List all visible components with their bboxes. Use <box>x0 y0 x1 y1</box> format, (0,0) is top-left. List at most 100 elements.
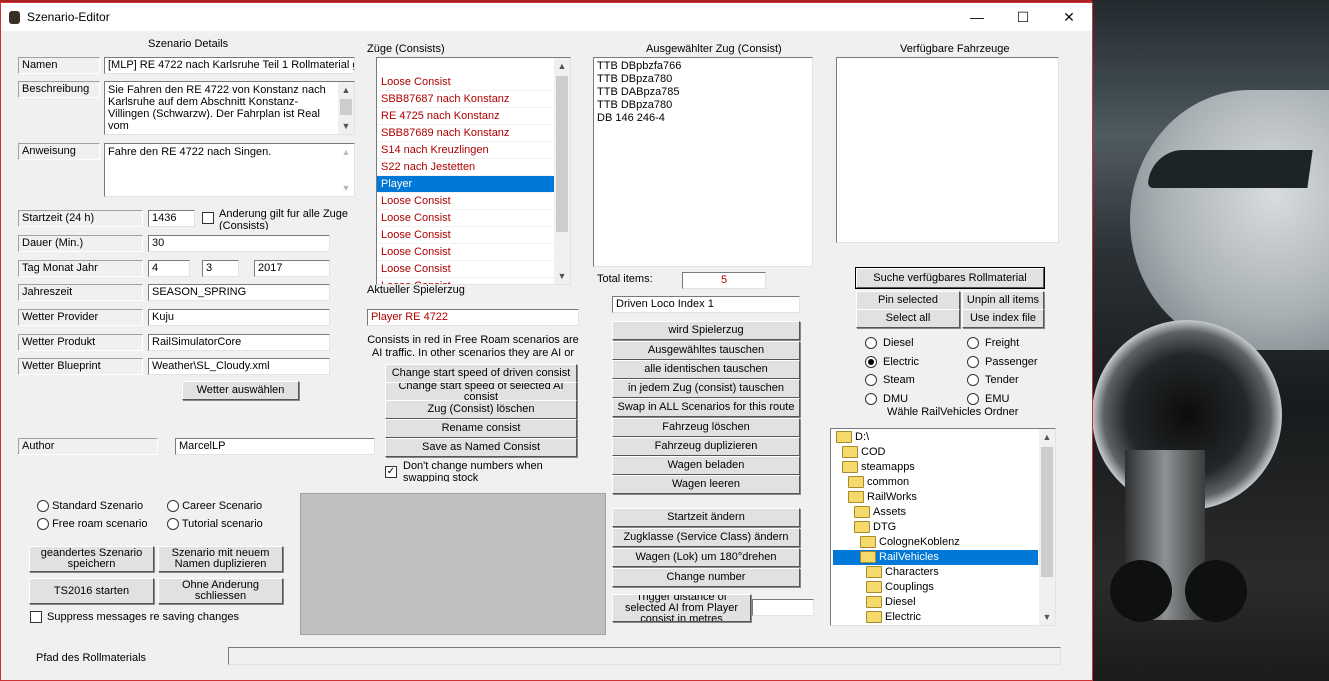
anweisung-field[interactable]: Fahre den RE 4722 nach Singen. ▲ ▼ <box>104 143 355 197</box>
consist-item[interactable]: SBB87689 nach Konstanz <box>377 125 554 142</box>
selected-consist-item[interactable]: TTB DBpza780 <box>597 73 809 86</box>
scroll-up-icon[interactable]: ▲ <box>338 82 354 98</box>
folder-tree-item[interactable]: RailVehicles <box>833 550 1038 565</box>
folder-tree-item[interactable]: DTG <box>833 520 1038 535</box>
startzeit-field[interactable]: 1436 <box>148 210 195 227</box>
beschreibung-scrollbar[interactable]: ▲ ▼ <box>338 82 354 134</box>
consist-action-button[interactable]: wird Spielerzug <box>612 321 800 340</box>
wetter-blueprint-field[interactable]: Weather\SL_Cloudy.xml <box>148 358 330 375</box>
folder-tree[interactable]: D:\ COD steamapps common RailWorks Assets DTG C… <box>830 428 1056 626</box>
consists-scrollbar[interactable]: ▲ ▼ <box>554 58 570 284</box>
vehicle-type-radio[interactable]: Diesel <box>865 337 914 350</box>
wetter-provider-field[interactable]: Kuju <box>148 309 330 326</box>
consist-item[interactable]: RE 4725 nach Konstanz <box>377 108 554 125</box>
folder-tree-item[interactable]: Couplings <box>833 580 1038 595</box>
wetter-produkt-field[interactable]: RailSimulatorCore <box>148 334 330 351</box>
consist-action-button[interactable]: in jedem Zug (consist) tauschen <box>612 379 800 398</box>
consist-item[interactable]: S14 nach Kreuzlingen <box>377 142 554 159</box>
folder-tree-scrollbar[interactable]: ▲ ▼ <box>1039 429 1055 625</box>
consist-item[interactable]: Loose Consist <box>377 244 554 261</box>
driven-loco-field[interactable]: Driven Loco Index 1 <box>612 296 800 313</box>
scroll-up-icon[interactable]: ▲ <box>338 144 354 160</box>
scroll-thumb[interactable] <box>340 99 352 115</box>
scroll-down-icon[interactable]: ▼ <box>338 180 354 196</box>
folder-tree-item[interactable]: Characters <box>833 565 1038 580</box>
anderung-checkbox[interactable] <box>202 212 214 225</box>
scroll-up-icon[interactable]: ▲ <box>554 58 570 74</box>
folder-tree-item[interactable]: Diesel <box>833 595 1038 610</box>
consist-action-button[interactable]: Wagen beladen <box>612 456 800 475</box>
vehicle-type-radio[interactable]: Freight <box>967 337 1019 350</box>
start-ts2016-button[interactable]: TS2016 starten <box>29 578 154 604</box>
search-rollmaterial-button[interactable]: Suche verfügbares Rollmaterial <box>855 267 1045 289</box>
consist-edit-button[interactable]: Wagen (Lok) um 180°drehen <box>612 548 800 567</box>
scroll-down-icon[interactable]: ▼ <box>554 268 570 284</box>
title-bar[interactable]: Szenario-Editor — ☐ ✕ <box>1 3 1092 31</box>
consists-list[interactable]: Loose Consist SBB87687 nach Konstanz RE 47… <box>376 57 571 285</box>
scroll-thumb[interactable] <box>1041 447 1053 577</box>
radio-free-roam[interactable]: Free roam scenario <box>37 518 147 531</box>
maximize-button[interactable]: ☐ <box>1000 3 1046 31</box>
consist-action-button[interactable]: Wagen leeren <box>612 475 800 494</box>
folder-tree-item[interactable]: COD <box>833 445 1038 460</box>
consist-item[interactable]: Loose Consist <box>377 193 554 210</box>
trigger-distance-button[interactable]: Trigger distance of selected AI from Pla… <box>612 594 751 622</box>
anweisung-scrollbar[interactable]: ▲ ▼ <box>338 144 354 196</box>
folder-tree-item[interactable]: D:\ <box>833 430 1038 445</box>
folder-tree-item[interactable]: steamapps <box>833 460 1038 475</box>
dauer-field[interactable]: 30 <box>148 235 330 252</box>
delete-consist-button[interactable]: Zug (Consist) löschen <box>385 400 577 419</box>
trigger-distance-field[interactable] <box>752 599 814 616</box>
vehicle-type-radio[interactable]: Tender <box>967 374 1019 387</box>
folder-tree-item[interactable]: Electric <box>833 610 1038 625</box>
radio-tutorial[interactable]: Tutorial scenario <box>167 518 263 531</box>
beschreibung-field[interactable]: Sie Fahren den RE 4722 von Konstanz nach… <box>104 81 355 135</box>
consist-action-button[interactable]: Ausgewähltes tauschen <box>612 341 800 360</box>
author-field[interactable]: MarcelLP <box>175 438 375 455</box>
namen-field[interactable]: [MLP] RE 4722 nach Karlsruhe Teil 1 Roll… <box>104 57 355 74</box>
consist-item[interactable]: Player <box>377 176 554 193</box>
duplicate-new-name-button[interactable]: Szenario mit neuem Namen duplizieren <box>158 546 283 572</box>
folder-tree-item[interactable]: CologneKoblenz <box>833 535 1038 550</box>
dont-change-checkbox[interactable]: ✓ <box>385 466 397 479</box>
consist-action-button[interactable]: Fahrzeug löschen <box>612 418 800 437</box>
consist-edit-button[interactable]: Change number <box>612 568 800 587</box>
consist-action-button[interactable]: alle identischen tauschen <box>612 360 800 379</box>
folder-tree-item[interactable]: RailWorks <box>833 490 1038 505</box>
consist-edit-button[interactable]: Zugklasse (Service Class) ändern <box>612 528 800 547</box>
consist-item[interactable]: Loose Consist <box>377 74 554 91</box>
consist-item[interactable]: S22 nach Jestetten <box>377 159 554 176</box>
consist-action-button[interactable]: Fahrzeug duplizieren <box>612 437 800 456</box>
monat-field[interactable]: 3 <box>202 260 239 277</box>
radio-career[interactable]: Career Scenario <box>167 500 262 513</box>
vehicle-type-radio[interactable]: Steam <box>865 374 915 387</box>
change-speed-driven-button[interactable]: Change start speed of driven consist <box>385 364 577 383</box>
selected-consist-item[interactable]: DB 146 246-4 <box>597 112 809 125</box>
rename-consist-button[interactable]: Rename consist <box>385 419 577 438</box>
tag-field[interactable]: 4 <box>148 260 190 277</box>
save-named-consist-button[interactable]: Save as Named Consist <box>385 438 577 457</box>
close-button[interactable]: ✕ <box>1046 3 1092 31</box>
radio-standard[interactable]: Standard Szenario <box>37 500 143 513</box>
jahr-field[interactable]: 2017 <box>254 260 330 277</box>
minimize-button[interactable]: — <box>954 3 1000 31</box>
unpin-all-button[interactable]: Unpin all items <box>962 291 1044 310</box>
save-changed-button[interactable]: geandertes Szenario speichern <box>29 546 154 572</box>
consist-action-button[interactable]: Swap in ALL Scenarios for this route <box>612 398 800 417</box>
selected-consist-list[interactable]: TTB DBpbzfa766 TTB DBpza780 TTB DABpza785 T… <box>593 57 813 267</box>
select-all-button[interactable]: Select all <box>856 309 960 328</box>
change-speed-ai-button[interactable]: Change start speed of selected AI consis… <box>385 382 577 401</box>
folder-tree-item[interactable]: common <box>833 475 1038 490</box>
suppress-checkbox[interactable] <box>30 611 42 624</box>
use-index-file-button[interactable]: Use index file <box>962 309 1044 328</box>
consist-item[interactable]: Loose Consist <box>377 227 554 244</box>
selected-consist-item[interactable]: TTB DABpza785 <box>597 86 809 99</box>
consist-item[interactable]: SBB87687 nach Konstanz <box>377 91 554 108</box>
consist-item[interactable]: Loose Consist <box>377 261 554 278</box>
folder-tree-item[interactable]: Assets <box>833 505 1038 520</box>
pfad-field[interactable] <box>228 647 1061 665</box>
wetter-auswaehlen-button[interactable]: Wetter auswählen <box>182 381 299 400</box>
available-list[interactable] <box>836 57 1059 243</box>
consist-edit-button[interactable]: Startzeit ändern <box>612 508 800 527</box>
close-unchanged-button[interactable]: Ohne Anderung schliessen <box>158 578 283 604</box>
